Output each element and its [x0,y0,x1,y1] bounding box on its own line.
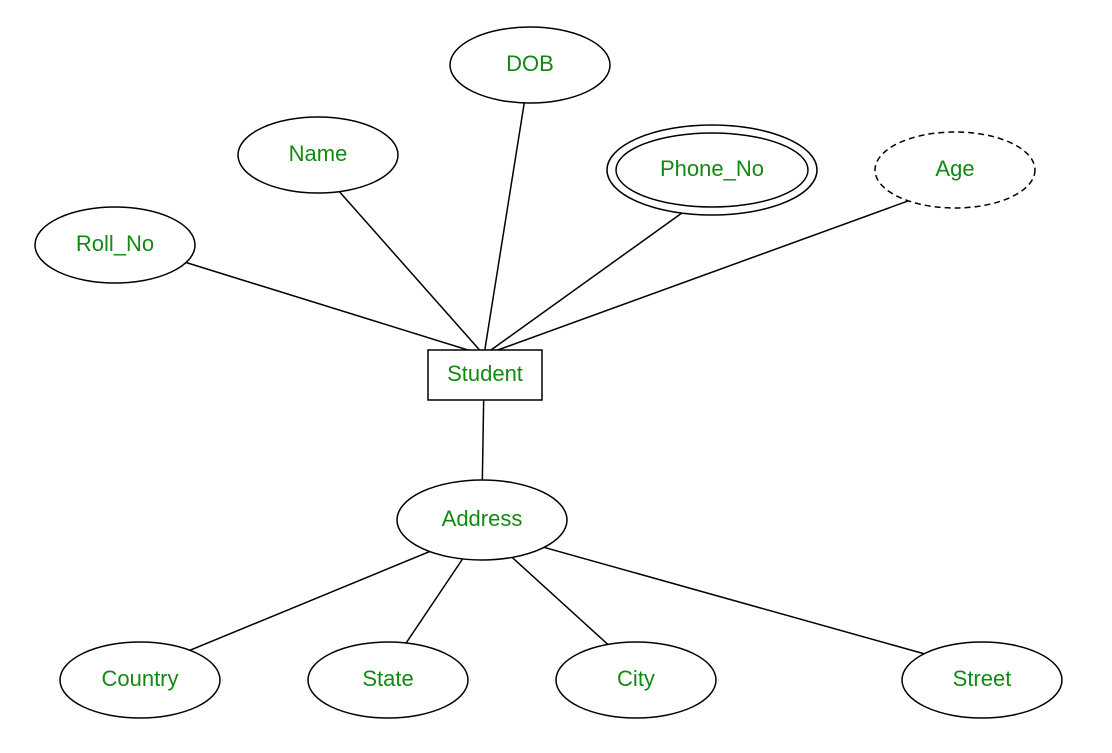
attribute-address-label: Address [442,506,523,531]
entity-student: Student [428,350,542,400]
edge-student-name [322,172,484,355]
edge-student-phone [484,200,700,355]
attribute-age-label: Age [935,156,974,181]
subattribute-city: City [556,642,716,718]
attribute-age: Age [875,132,1035,208]
attribute-name-label: Name [289,141,348,166]
attribute-address: Address [397,480,567,560]
attribute-name: Name [238,117,398,193]
subattribute-country-label: Country [101,666,178,691]
attribute-rollno: Roll_No [35,207,195,283]
subattribute-street: Street [902,642,1062,718]
subattribute-city-label: City [617,666,655,691]
attribute-dob-label: DOB [506,51,554,76]
entity-student-label: Student [447,361,523,386]
subattribute-state: State [308,642,468,718]
subattribute-state-label: State [362,666,413,691]
edge-student-dob [484,92,526,355]
attribute-phone-no-label: Phone_No [660,156,764,181]
attribute-dob: DOB [450,27,610,103]
edge-address-street [482,530,982,670]
subattribute-country: Country [60,642,220,718]
er-diagram: Roll_No Name DOB Phone_No Age Student Ad… [0,0,1112,753]
subattribute-street-label: Street [953,666,1012,691]
attribute-phone-no: Phone_No [607,125,817,215]
attribute-rollno-label: Roll_No [76,231,154,256]
edge-student-rollno [178,260,484,355]
